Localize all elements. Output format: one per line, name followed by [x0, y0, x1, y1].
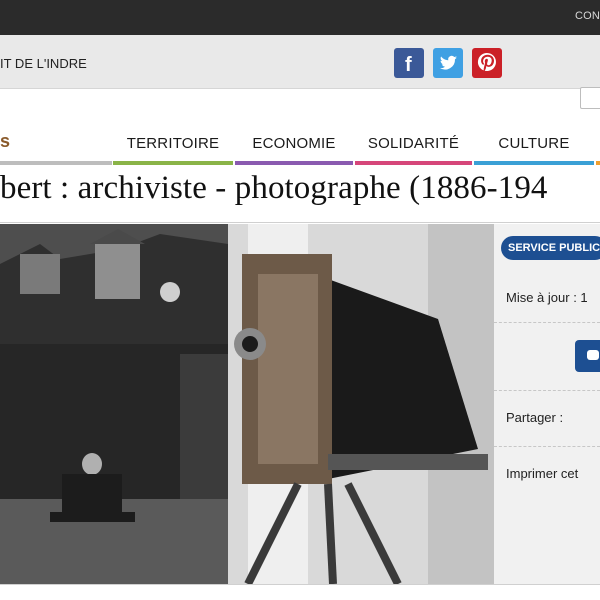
search-input[interactable]: [580, 87, 600, 109]
pinterest-icon[interactable]: [472, 48, 502, 78]
comment-button[interactable]: [575, 340, 600, 372]
title-divider: [0, 222, 600, 223]
nav-underline-gray: [0, 161, 112, 165]
svg-text:f: f: [405, 54, 412, 76]
service-public-badge[interactable]: SERVICE PUBLIC: [501, 236, 600, 260]
nav-item-territoire[interactable]: TERRITOIRE: [113, 125, 233, 165]
print-link[interactable]: Imprimer cet: [506, 466, 578, 481]
share-label: Partager :: [506, 410, 564, 425]
comment-row: [494, 322, 600, 391]
article-sidebar: SERVICE PUBLIC Mise à jour : 1 Partager …: [494, 224, 600, 584]
site-logo-fragment[interactable]: s: [0, 131, 10, 152]
nav-item-economie[interactable]: ECONOMIE: [235, 125, 353, 165]
archive-camera-photo: [228, 224, 494, 584]
nav-item-solidarite[interactable]: SOLIDARITÉ: [355, 125, 472, 165]
content-bottom-divider: [0, 584, 600, 585]
share-row: Partager :: [494, 390, 600, 447]
nav-underline-orange: [596, 161, 600, 165]
header-band: IT DE L'INDRE f: [0, 35, 600, 109]
contact-link[interactable]: CON: [575, 10, 600, 22]
top-bar: CON: [0, 0, 600, 35]
comment-icon: [587, 350, 599, 360]
update-row: Mise à jour : 1: [494, 274, 600, 323]
update-label: Mise à jour : 1: [506, 290, 588, 305]
nav-item-culture[interactable]: CULTURE: [474, 125, 594, 165]
department-label: IT DE L'INDRE: [0, 56, 87, 71]
facebook-icon[interactable]: f: [394, 48, 424, 78]
twitter-icon[interactable]: [433, 48, 463, 78]
archive-photo-left: [0, 224, 228, 584]
page-title: bert : archiviste - photographe (1886-19…: [0, 170, 548, 206]
